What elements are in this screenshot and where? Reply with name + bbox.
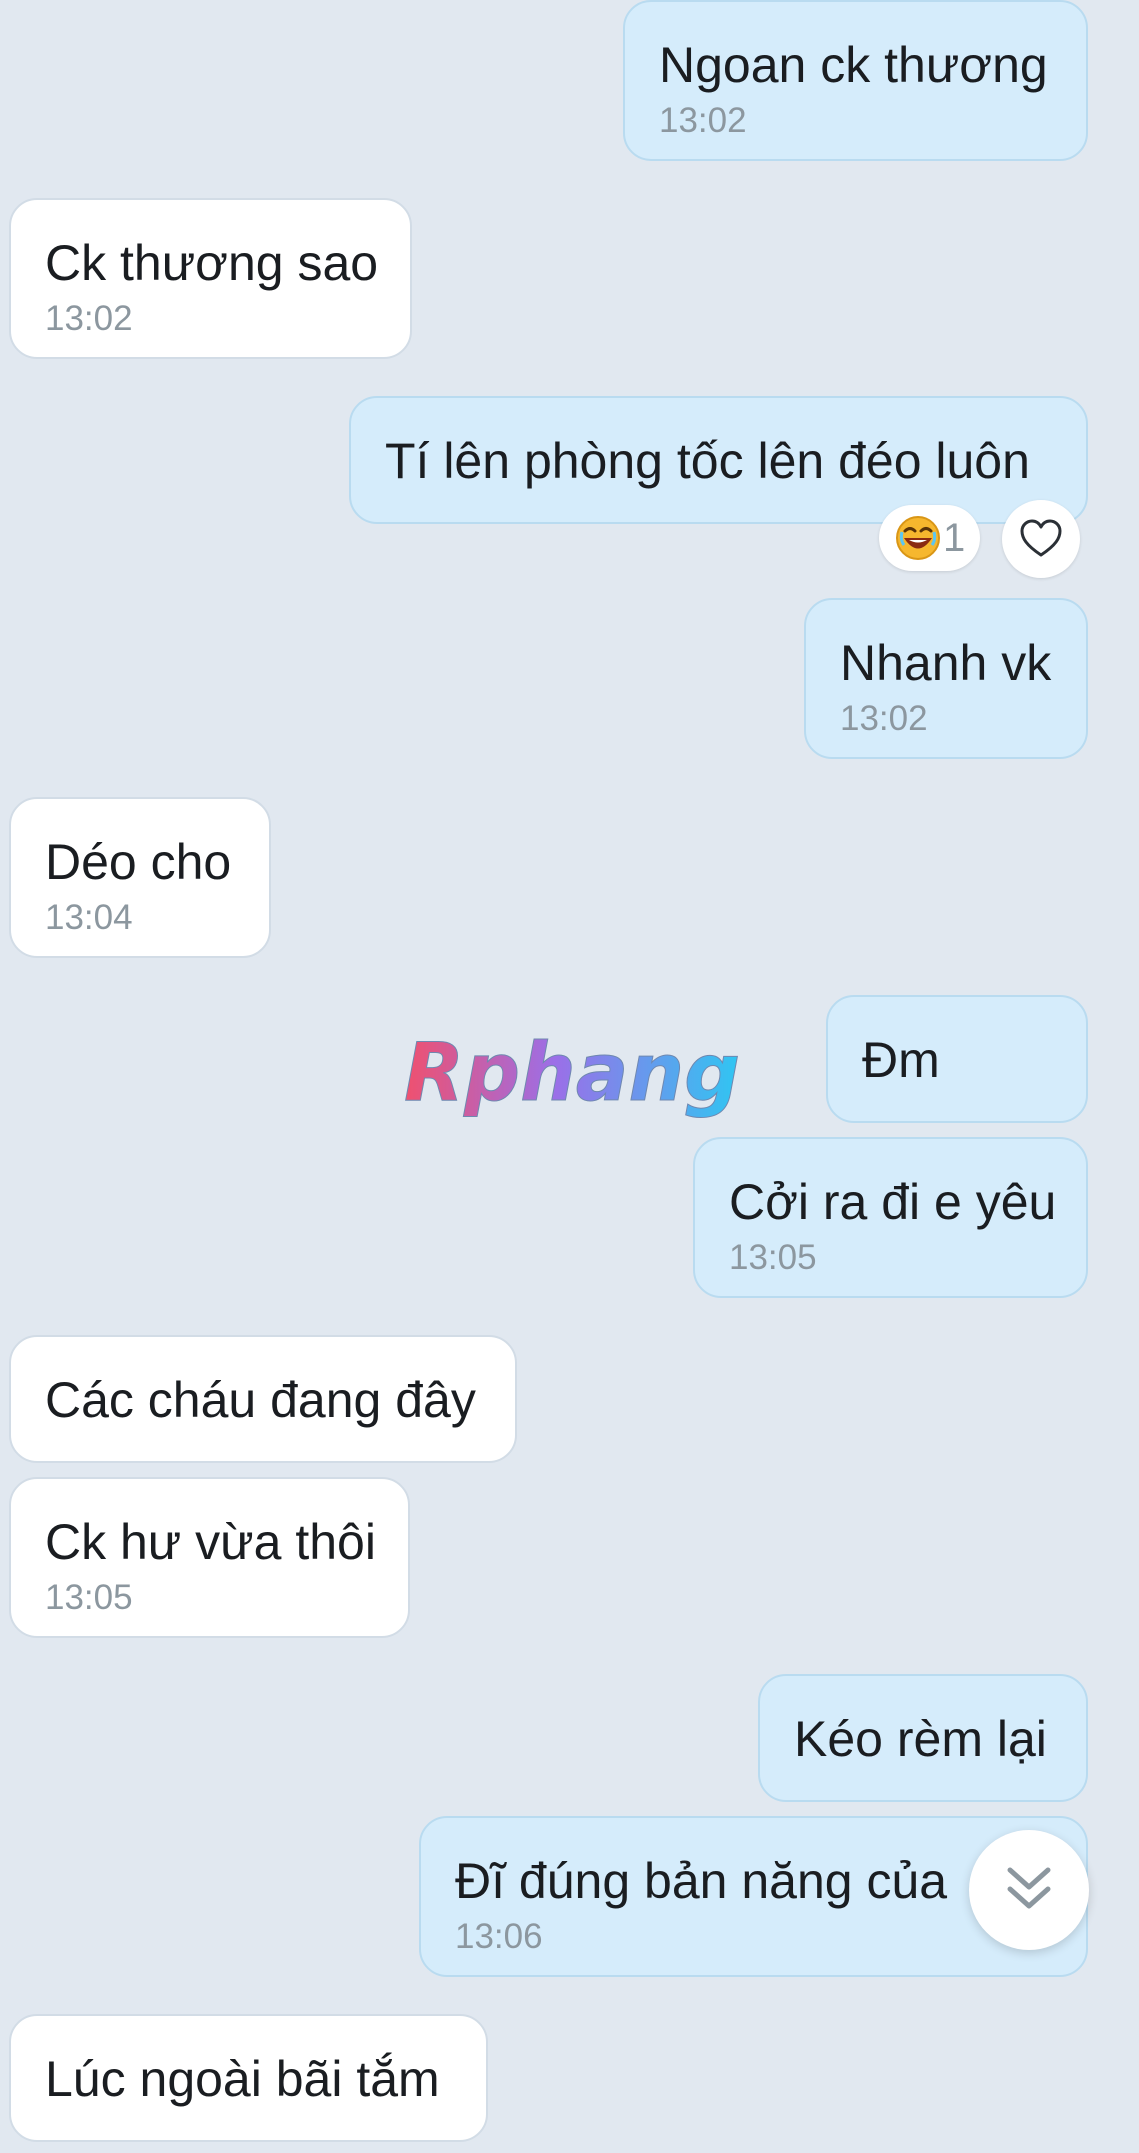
message-text: Đĩ đúng bản năng của	[455, 1853, 948, 1909]
message-bubble-received[interactable]: Các cháu đang đây	[9, 1335, 517, 1463]
message-time: 13:05	[45, 1578, 133, 1617]
message-text: Cởi ra đi e yêu	[729, 1174, 1057, 1230]
message-text: Các cháu đang đây	[45, 1372, 476, 1428]
message-time: 13:02	[45, 299, 133, 338]
message-bubble-sent[interactable]: Ngoan ck thương 13:02	[623, 0, 1088, 161]
heart-icon	[1020, 519, 1062, 557]
watermark-text: Rphang	[404, 1026, 740, 1119]
message-text: Ck thương sao	[45, 235, 379, 291]
message-bubble-received[interactable]: Ck hư vừa thôi 13:05	[9, 1477, 410, 1638]
message-text: Lúc ngoài bãi tắm	[45, 2051, 440, 2107]
like-button[interactable]	[1002, 500, 1080, 578]
message-bubble-sent[interactable]: Cởi ra đi e yêu 13:05	[693, 1137, 1088, 1298]
message-bubble-sent[interactable]: Đm	[826, 995, 1088, 1123]
message-bubble-received[interactable]: Ck thương sao 13:02	[9, 198, 412, 359]
reaction-badge[interactable]: 1	[879, 505, 980, 571]
double-chevron-down-icon	[1007, 1867, 1051, 1909]
message-text: Tí lên phòng tốc lên đéo luôn	[385, 433, 1030, 489]
scroll-to-bottom-button[interactable]	[969, 1830, 1089, 1950]
message-time: 13:04	[45, 898, 133, 937]
message-text: Ngoan ck thương	[659, 37, 1048, 93]
message-time: 13:05	[729, 1238, 817, 1277]
message-bubble-received[interactable]: Lúc ngoài bãi tắm	[9, 2014, 488, 2142]
message-text: Nhanh vk	[840, 635, 1052, 691]
message-time: 13:06	[455, 1917, 543, 1956]
message-time: 13:02	[659, 101, 747, 140]
message-text: Đm	[862, 1032, 940, 1088]
message-time: 13:02	[840, 699, 928, 738]
laughing-emoji-icon	[896, 516, 940, 560]
message-bubble-sent[interactable]: Nhanh vk 13:02	[804, 598, 1088, 759]
message-text: Ck hư vừa thôi	[45, 1514, 376, 1570]
message-bubble-received[interactable]: Déo cho 13:04	[9, 797, 271, 958]
watermark-logo: Rphang	[404, 1026, 741, 1120]
message-text: Kéo rèm lại	[794, 1711, 1047, 1767]
message-bubble-sent[interactable]: Tí lên phòng tốc lên đéo luôn	[349, 396, 1088, 524]
reaction-count: 1	[943, 516, 966, 560]
message-bubble-sent[interactable]: Kéo rèm lại	[758, 1674, 1088, 1802]
message-text: Déo cho	[45, 834, 232, 890]
